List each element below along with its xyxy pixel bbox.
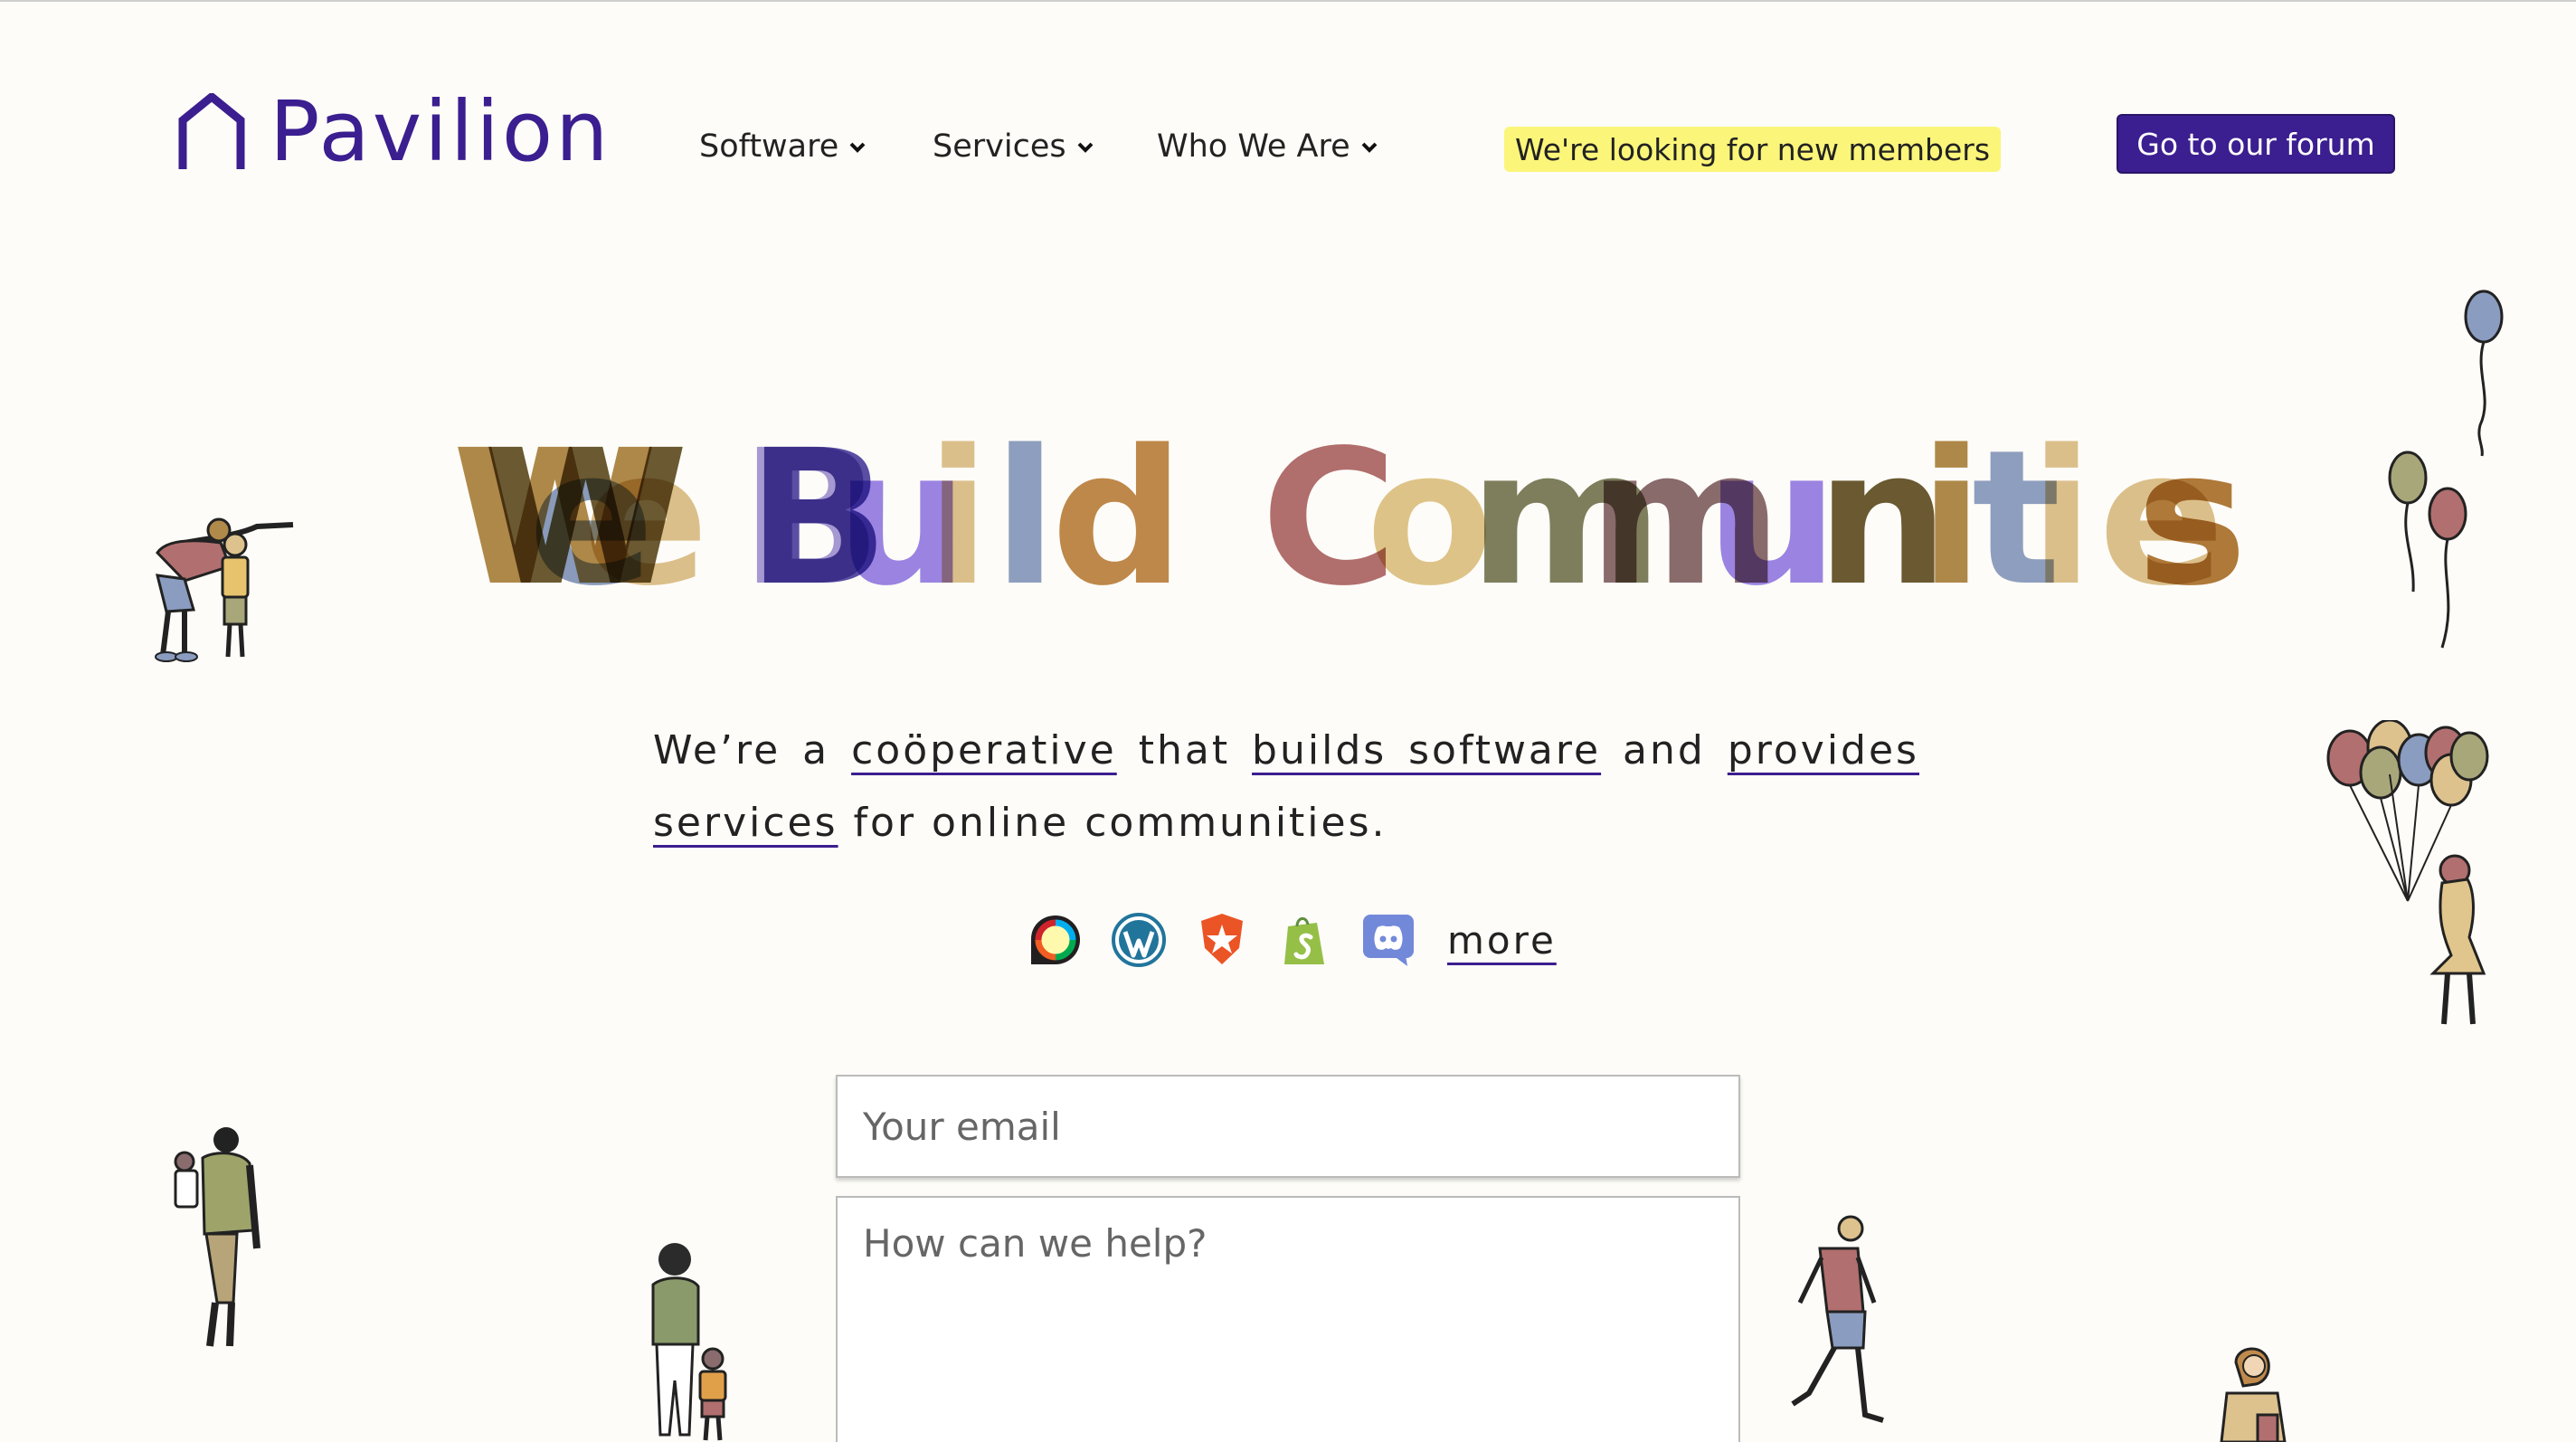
adult-holding-child-illustration	[174, 1127, 260, 1347]
headline-letter: e	[582, 410, 709, 627]
auth0-icon[interactable]	[1194, 912, 1250, 968]
chevron-down-icon	[1361, 142, 1378, 153]
nav-software[interactable]: Software	[699, 128, 867, 165]
tagline-text: and	[1601, 727, 1728, 773]
cooperative-link[interactable]: coöperative	[851, 727, 1117, 773]
discord-icon[interactable]	[1360, 912, 1416, 968]
headline-letter: d	[1051, 410, 1185, 627]
builds-software-link[interactable]: builds software	[1252, 727, 1601, 773]
tagline-text: for online communities.	[838, 800, 1387, 846]
wordpress-icon[interactable]	[1111, 912, 1167, 968]
new-members-badge[interactable]: We're looking for new members	[1504, 127, 2002, 172]
adult-pointing-with-child-illustration	[155, 517, 294, 662]
hero-tagline: We’re a coöperative that builds software…	[653, 715, 1919, 859]
platform-icons: more	[1028, 912, 1557, 968]
nav-who-we-are-label: Who We Are	[1157, 128, 1350, 165]
email-field[interactable]	[836, 1075, 1740, 1178]
nav-who-we-are[interactable]: Who We Are	[1157, 128, 1379, 165]
pavilion-logo[interactable]: Pavilion	[177, 90, 611, 174]
house-logo-icon	[178, 93, 245, 169]
more-platforms-link[interactable]: more	[1447, 918, 1557, 963]
parent-and-child-walking-illustration	[651, 1243, 727, 1441]
headline-letter: i	[2030, 410, 2094, 627]
tagline-text: that	[1116, 727, 1253, 773]
person-with-balloons-illustration	[2326, 720, 2489, 1025]
help-message-field[interactable]	[836, 1196, 1740, 1442]
nav-software-label: Software	[699, 128, 839, 165]
headline-letter: i	[926, 410, 990, 627]
brand-name: Pavilion	[270, 83, 611, 180]
balloon-illustration	[2464, 289, 2504, 457]
nav-services-label: Services	[933, 128, 1066, 165]
headline-letter: s	[2136, 410, 2248, 627]
forum-button[interactable]: Go to our forum	[2117, 114, 2395, 174]
chevron-down-icon	[849, 142, 866, 153]
nav-services[interactable]: Services	[933, 128, 1095, 165]
person-on-phone-illustration	[2220, 1347, 2287, 1442]
hero-headline: WWeeBBuildCommunities	[452, 425, 2248, 612]
balloons-pair-illustration	[2388, 451, 2467, 649]
shopify-icon[interactable]	[1277, 912, 1333, 968]
chevron-down-icon	[1077, 142, 1094, 153]
window-top-border	[0, 0, 2576, 2]
discourse-icon[interactable]	[1028, 912, 1084, 968]
jogging-person-illustration	[1791, 1215, 1884, 1423]
headline-letter: l	[993, 410, 1057, 627]
tagline-text: We’re a	[653, 727, 852, 773]
